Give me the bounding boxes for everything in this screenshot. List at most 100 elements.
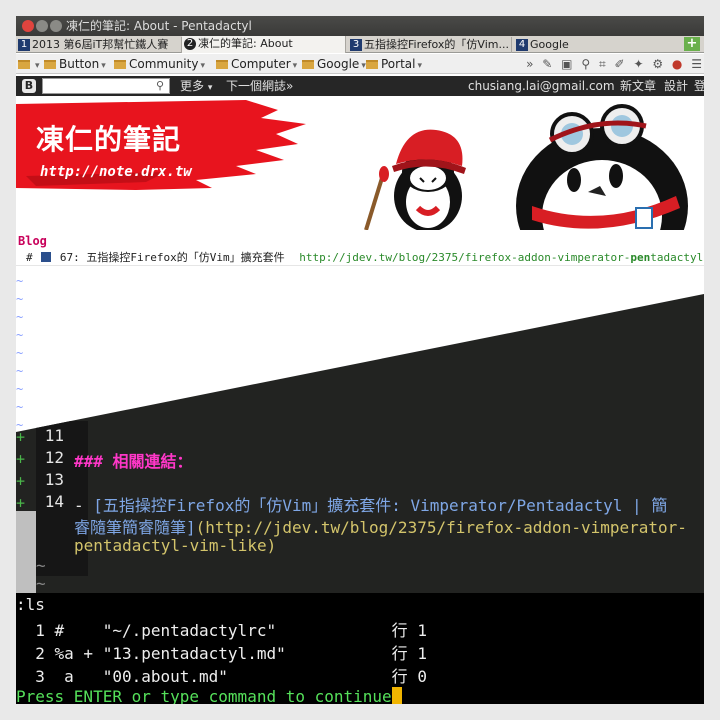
tool-pen-icon[interactable]: ✐ bbox=[615, 54, 625, 74]
empty-line-tilde: ~ bbox=[16, 418, 24, 432]
folder-icon bbox=[302, 60, 314, 69]
tool-wand-icon[interactable]: ✎ bbox=[542, 54, 552, 74]
navbar-design-link[interactable]: 設計 bbox=[664, 76, 688, 96]
navbar-more-menu[interactable]: 更多 ▾ bbox=[180, 76, 212, 98]
scroll-indicator bbox=[16, 511, 36, 593]
empty-line-tilde: ~ bbox=[16, 400, 24, 414]
continue-prompt[interactable]: Press ENTER or type command to continue bbox=[16, 687, 402, 704]
bookmark-folder-google[interactable]: Google ▾ bbox=[302, 54, 366, 76]
empty-line-tilde: ~ bbox=[36, 556, 46, 575]
tab-label: Google bbox=[530, 38, 569, 51]
penguin-mascots-image bbox=[364, 104, 688, 230]
markdown-link-wrap-line[interactable]: 睿隨筆簡睿隨筆](http://jdev.tw/blog/2375/firefo… bbox=[74, 514, 687, 538]
bookmark-folder-portal[interactable]: Portal ▾ bbox=[366, 54, 422, 76]
blogger-logo-icon[interactable]: B bbox=[22, 79, 36, 93]
buffer-list-row: 1 # "~/.pentadactylrc" 行 1 bbox=[16, 621, 427, 640]
tool-page-icon[interactable]: ▣ bbox=[561, 54, 572, 74]
line-number: 14 bbox=[44, 492, 64, 511]
buffer-marker: # bbox=[26, 251, 33, 264]
navbar-more-label: 更多 bbox=[180, 79, 205, 93]
link-text: [五指操控Firefox的「仿Vim」擴充套件: Vimperator/Pent… bbox=[93, 496, 668, 515]
tool-crop-icon[interactable]: ⌗ bbox=[599, 54, 606, 74]
tab-label: 凍仁的筆記: About bbox=[198, 37, 293, 50]
navbar-logout-link[interactable]: 登 bbox=[694, 76, 704, 96]
tab-2[interactable]: 2 凍仁的筆記: About bbox=[182, 36, 346, 53]
bookmark-label: Button bbox=[59, 57, 100, 71]
continue-prompt-text: Press ENTER or type command to continue bbox=[16, 687, 392, 704]
empty-line-tilde: ~ bbox=[16, 274, 24, 288]
folder-icon bbox=[44, 60, 56, 69]
close-window-button[interactable] bbox=[22, 20, 34, 32]
search-icon[interactable]: ⚲ bbox=[156, 76, 164, 96]
blog-label: Blog bbox=[18, 234, 47, 248]
link-text: 睿隨筆簡睿隨筆] bbox=[74, 518, 196, 537]
navbar-account-email[interactable]: chusiang.lai@gmail.com bbox=[468, 76, 615, 96]
navbar-new-post-link[interactable]: 新文章 bbox=[620, 76, 656, 96]
toolbar-addon-icons: » ✎ ▣ ⚲ ⌗ ✐ ✦ ⚙ ● ☰ bbox=[521, 54, 702, 74]
buffer-title: 五指操控Firefox的「仿Vim」擴充套件 bbox=[86, 251, 285, 264]
tab-number: 4 bbox=[516, 39, 528, 51]
overflow-chevron-icon[interactable]: » bbox=[526, 54, 533, 74]
tab-bar: 1 2013 第6屆iT邦幫忙鐵人賽 2 凍仁的筆記: About 3 五指操控… bbox=[16, 36, 704, 53]
blog-title[interactable]: 凍仁的筆記 bbox=[36, 118, 181, 158]
bookmark-label: Google bbox=[317, 57, 360, 71]
blog-url[interactable]: http://note.drx.tw bbox=[40, 164, 192, 180]
new-tab-button[interactable]: + bbox=[684, 37, 700, 51]
markdown-link-line[interactable]: - [五指操控Firefox的「仿Vim」擴充套件: Vimperator/Pe… bbox=[74, 492, 667, 516]
tab-label: 五指操控Firefox的「仿Vim... bbox=[364, 38, 509, 51]
vim-command-area: :ls 1 # "~/.pentadactylrc" 行 1 2 %a + "1… bbox=[16, 593, 704, 704]
tab-1[interactable]: 1 2013 第6屆iT邦幫忙鐵人賽 bbox=[16, 37, 182, 53]
folder-icon bbox=[216, 60, 228, 69]
tool-puzzle-icon[interactable]: ✦ bbox=[633, 54, 643, 74]
buffer-list-row: 2 %a + "13.pentadactyl.md" 行 1 bbox=[16, 644, 427, 663]
bookmarks-bar: ▾ Button ▾ Community ▾ Computer ▾ Google ▾ P… bbox=[16, 54, 704, 74]
tab-number: 1 bbox=[18, 39, 30, 51]
empty-line-tilde: ~ bbox=[16, 382, 24, 396]
markdown-heading-line[interactable]: ### 相關連結： bbox=[74, 448, 193, 472]
favicon-icon bbox=[41, 252, 52, 262]
navbar-next-blog-link[interactable]: 下一個網誌» bbox=[226, 76, 293, 96]
buffer-list-row: 3 a "00.about.md" 行 0 bbox=[16, 667, 427, 686]
screenshot-card: 凍仁的筆記: About - Pentadactyl 1 2013 第6屆iT邦… bbox=[16, 16, 704, 704]
bookmark-folder-computer[interactable]: Computer ▾ bbox=[216, 54, 297, 76]
empty-line-tilde: ~ bbox=[16, 292, 24, 306]
tool-link-icon[interactable]: ⚲ bbox=[581, 54, 590, 74]
empty-line-tilde: ~ bbox=[16, 346, 24, 360]
link-url: pentadactyl-vim-like) bbox=[74, 536, 277, 555]
empty-line-tilde: ~ bbox=[36, 574, 46, 593]
markdown-link-wrap-line[interactable]: pentadactyl-vim-like) bbox=[74, 536, 276, 555]
bookmark-menu-icon[interactable]: ▾ bbox=[18, 54, 40, 76]
tool-settings-icon[interactable]: ⚙ bbox=[652, 54, 663, 74]
maximize-window-button[interactable] bbox=[50, 20, 62, 32]
buffer-url: http://jdev.tw/blog/2375/firefox-addon-v… bbox=[299, 251, 704, 264]
tool-menu-icon[interactable]: ☰ bbox=[691, 54, 702, 74]
git-added-sign: + bbox=[16, 494, 26, 512]
line-number: 13 bbox=[44, 470, 64, 489]
empty-line-tilde: ~ bbox=[16, 364, 24, 378]
tab-label: 2013 第6屆iT邦幫忙鐵人賽 bbox=[32, 38, 169, 51]
tool-abp-icon[interactable]: ● bbox=[672, 54, 682, 74]
tab-4[interactable]: 4 Google bbox=[514, 37, 678, 53]
tab-3[interactable]: 3 五指操控Firefox的「仿Vim... bbox=[348, 37, 512, 53]
empty-line-tilde: ~ bbox=[16, 310, 24, 324]
ls-command: :ls bbox=[16, 595, 45, 614]
minimize-window-button[interactable] bbox=[36, 20, 48, 32]
buffer-list-line[interactable]: # 67: 五指操控Firefox的「仿Vim」擴充套件 http://jdev… bbox=[16, 250, 704, 266]
window-title: 凍仁的筆記: About - Pentadactyl bbox=[66, 19, 252, 33]
navbar-search-input[interactable] bbox=[42, 78, 170, 94]
git-added-sign: + bbox=[16, 450, 26, 468]
bookmark-folder-community[interactable]: Community ▾ bbox=[114, 54, 205, 76]
line-number: 12 bbox=[44, 448, 64, 467]
tab-number: 3 bbox=[350, 39, 362, 51]
list-dash: - bbox=[74, 496, 94, 515]
bookmark-label: Portal bbox=[381, 57, 416, 71]
window-titlebar: 凍仁的筆記: About - Pentadactyl bbox=[16, 16, 704, 36]
link-url: (http://jdev.tw/blog/2375/firefox-addon-… bbox=[195, 518, 687, 537]
blog-header: 凍仁的筆記 http://note.drx.tw bbox=[16, 96, 704, 230]
folder-icon bbox=[366, 60, 378, 69]
bookmark-folder-button[interactable]: Button ▾ bbox=[44, 54, 106, 76]
blogger-navbar: B ⚲ 更多 ▾ 下一個網誌» chusiang.lai@gmail.com 新… bbox=[16, 76, 704, 96]
bookmark-label: Computer bbox=[231, 57, 291, 71]
line-number: 11 bbox=[44, 426, 64, 445]
folder-icon bbox=[114, 60, 126, 69]
